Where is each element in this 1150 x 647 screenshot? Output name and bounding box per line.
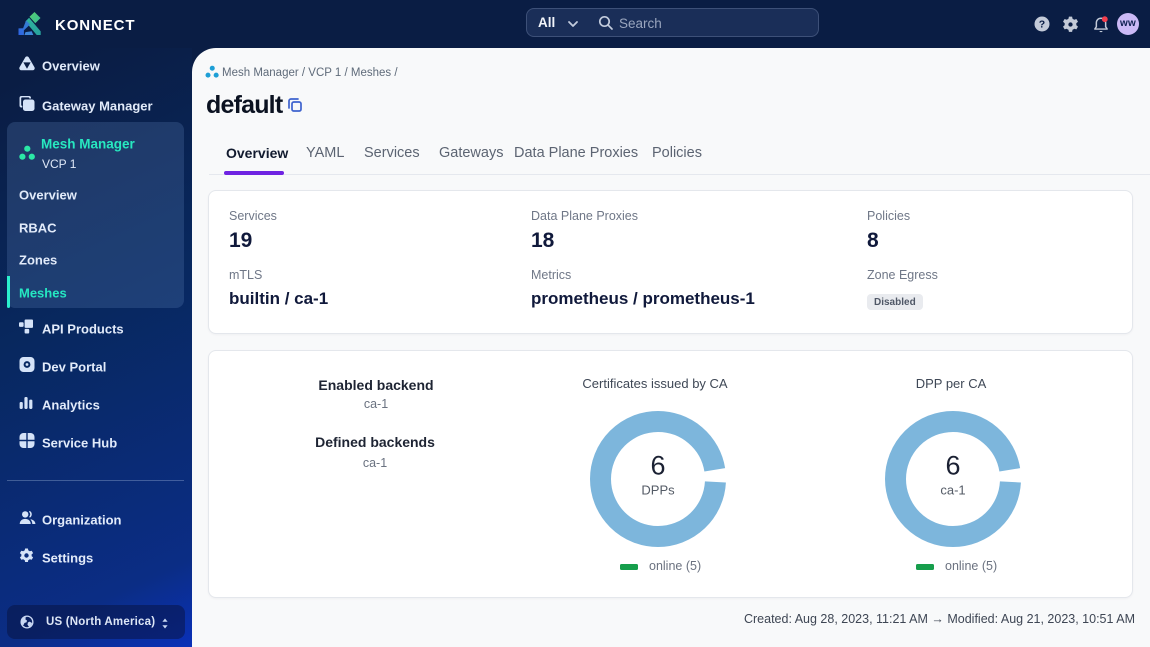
svg-text:?: ? [1039,19,1045,31]
